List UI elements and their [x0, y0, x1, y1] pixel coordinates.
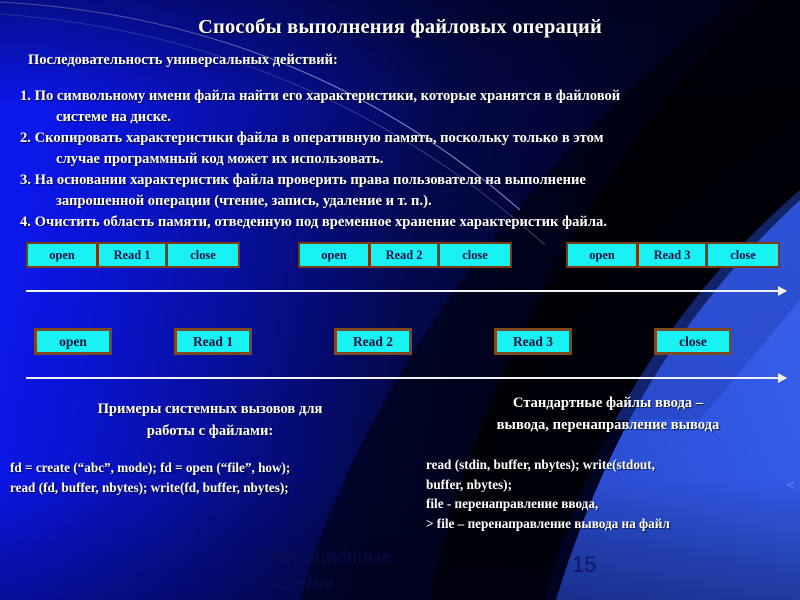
op-cell-close-3[interactable]: close [706, 242, 780, 268]
step-item-2: 2. Скопировать характеристики файла в оп… [20, 128, 790, 169]
step-item-3: 3. На основании характеристик файла пров… [20, 170, 790, 211]
edge-marker-icon: < [786, 478, 795, 494]
left-block-heading-line1: Примеры системных вызовов для [97, 401, 323, 417]
timeline-arrow-1-shaft [26, 290, 786, 292]
step-3-line1: На основании характеристик файла провери… [34, 172, 586, 188]
op-cell-open-1[interactable]: open [26, 242, 98, 268]
timeline-arrow-2 [26, 373, 787, 383]
op-cell-open-2[interactable]: open [298, 242, 370, 268]
step-item-4: 4. Очистить область памяти, отведенную п… [20, 212, 790, 233]
step-2-line2: случае программный код может их использо… [56, 150, 384, 167]
step-item-1: 1. По символьному имени файла найти его … [20, 86, 790, 127]
right-block-code-line1: read (stdin, buffer, nbytes); write(stdo… [426, 457, 655, 472]
left-block-body: fd = create (“abc”, mode); fd = open (“f… [10, 458, 420, 497]
step-1-line2: системе на диске. [56, 108, 171, 125]
timeline-arrow-2-head [778, 373, 787, 383]
timeline-arrow-1 [26, 286, 787, 296]
op-group-2: open Read 2 close [298, 242, 512, 268]
timeline-arrow-2-shaft [26, 377, 786, 379]
steps-list: 1. По символьному имени файла найти его … [20, 86, 790, 234]
footer-page-number: 15 [572, 552, 597, 577]
op-cell-open-3[interactable]: open [566, 242, 638, 268]
op-cell-read-2[interactable]: Read 2 [369, 242, 439, 268]
op-group-1: open Read 1 close [26, 242, 240, 268]
step-1-number: 1. [20, 88, 31, 104]
right-block-heading: Стандартные файлы ввода – вывода, перена… [424, 392, 792, 436]
right-block-code-line4: > file – перенаправление вывода на файл [426, 515, 670, 531]
left-block-code-line2: read (fd, buffer, nbytes); write(fd, buf… [10, 479, 289, 495]
left-block-code-line1: fd = create (“abc”, mode); fd = open (“f… [10, 460, 291, 475]
right-block-heading-line2: вывода, перенаправление вывода [496, 417, 720, 433]
right-block-code-line3: file - перенаправление ввода, [426, 496, 599, 511]
footer-title-line1: Операционные [258, 547, 393, 568]
op-cell-read-3[interactable]: Read 3 [637, 242, 707, 268]
page-title: Способы выполнения файловых операций [197, 16, 603, 38]
step-4-number: 4. [20, 214, 31, 230]
op-cell-close-1[interactable]: close [166, 242, 240, 268]
seq-box-read-1[interactable]: Read 1 [174, 328, 252, 355]
step-2-line1: Скопировать характеристики файла в опера… [34, 130, 604, 146]
left-block-heading: Примеры системных вызовов для работы с ф… [10, 398, 410, 442]
seq-box-open[interactable]: open [34, 328, 112, 355]
seq-box-read-3[interactable]: Read 3 [494, 328, 572, 355]
step-2-number: 2. [20, 130, 31, 146]
footer-title: Операционные системы [258, 545, 478, 597]
op-group-3: open Read 3 close [566, 242, 780, 268]
footer-title-line2: системы [258, 573, 334, 594]
seq-box-close[interactable]: close [654, 328, 732, 355]
timeline-arrow-1-head [778, 286, 787, 296]
subtitle: Последовательность универсальных действи… [28, 52, 338, 68]
right-block-code-line2: buffer, nbytes); [426, 476, 512, 492]
right-block-heading-line1: Стандартные файлы ввода – [512, 395, 704, 411]
left-block-heading-line2: работы с файлами: [146, 423, 274, 439]
op-cell-close-2[interactable]: close [438, 242, 512, 268]
op-cell-read-1[interactable]: Read 1 [97, 242, 167, 268]
step-3-number: 3. [20, 172, 31, 188]
step-3-line2: запрошенной операции (чтение, запись, уд… [56, 192, 432, 209]
right-block-body: read (stdin, buffer, nbytes); write(stdo… [426, 455, 798, 533]
step-1-line1: По символьному имени файла найти его хар… [34, 88, 621, 104]
seq-box-read-2[interactable]: Read 2 [334, 328, 412, 355]
slide-canvas: Способы выполнения файловых операций Пос… [0, 0, 800, 600]
step-4-line1: Очистить область памяти, отведенную под … [34, 214, 607, 230]
